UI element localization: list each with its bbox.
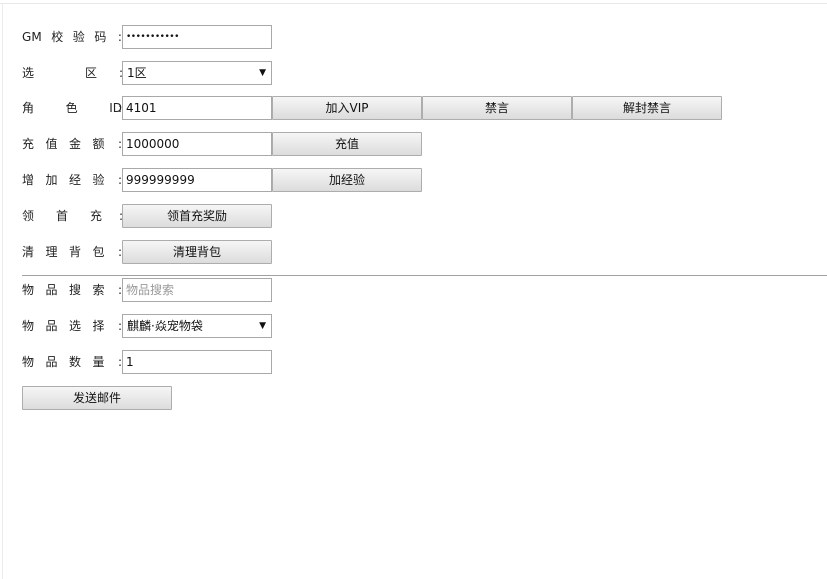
label-char: 验 [72,30,85,44]
label-char: 量 [92,355,105,369]
role-id-input[interactable]: 4101 [122,96,272,120]
section-divider [22,275,827,276]
label-char: 品 [45,283,58,297]
label-char: 物 [22,319,35,333]
server-select-value: 1区 [127,66,147,80]
unmute-button[interactable]: 解封禁言 [572,96,722,120]
label-char: 额 [92,137,105,151]
item-quantity-input[interactable]: 1 [122,350,272,374]
label-char: 色 [65,101,78,115]
add-exp-button[interactable]: 加经验 [272,168,422,192]
recharge-label: 充 值 金 额 : [22,132,122,156]
server-label: 选 区 [22,61,97,85]
first-recharge-label: 领 首 充 [22,204,102,228]
item-select-value: 麒麟·焱宠物袋 [127,319,203,333]
label-char: M [31,30,42,44]
dropdown-arrow-icon: ▼ [259,321,266,331]
server-select[interactable]: 1区 ▼ [122,61,272,85]
recharge-amount-input[interactable]: 1000000 [122,132,272,156]
item-search-input[interactable]: 物品搜索 [122,278,272,302]
label-char: 清 [22,245,35,259]
label-char: 品 [45,319,58,333]
label-char: 索 [92,283,105,297]
label-char: 物 [22,283,35,297]
label-char: 充 [22,137,35,151]
clear-bag-label: 清 理 背 包 : [22,240,122,264]
exp-label: 增 加 经 验 : [22,168,122,192]
top-border [0,3,827,4]
label-char: 值 [45,137,58,151]
label-char: 领 [22,209,35,223]
label-char: 首 [55,209,68,223]
label-char: 背 [68,245,81,259]
label-char: 角 [22,101,35,115]
label-char: 品 [45,355,58,369]
label-char: 加 [45,173,58,187]
label-char: G [22,30,32,44]
label-char: 校 [51,30,64,44]
label-char: 选 [22,66,35,80]
recharge-button[interactable]: 充值 [272,132,422,156]
first-recharge-reward-button[interactable]: 领首充奖励 [122,204,272,228]
label-char: 金 [68,137,81,151]
item-select[interactable]: 麒麟·焱宠物袋 ▼ [122,314,272,338]
label-char: 增 [22,173,35,187]
clear-bag-button[interactable]: 清理背包 [122,240,272,264]
add-vip-button[interactable]: 加入VIP [272,96,422,120]
item-search-label: 物 品 搜 索 : [22,278,122,302]
gm-code-label: GM 校 验 码 : [22,25,122,49]
left-border [2,3,3,579]
label-char: 包 [92,245,105,259]
role-label: 角 色 ID [22,96,122,120]
label-char: 理 [45,245,58,259]
item-select-label: 物 品 选 择 : [22,314,122,338]
mute-button[interactable]: 禁言 [422,96,572,120]
dropdown-arrow-icon: ▼ [259,68,266,78]
label-char: 选 [68,319,81,333]
label-char: 物 [22,355,35,369]
gm-code-input[interactable]: ••••••••••• [122,25,272,49]
item-qty-label: 物 品 数 量 : [22,350,122,374]
label-char: 验 [92,173,105,187]
label-char: 区 [84,66,97,80]
exp-input[interactable]: 999999999 [122,168,272,192]
label-char: 经 [68,173,81,187]
send-mail-button[interactable]: 发送邮件 [22,386,172,410]
label-char: 码 [94,30,107,44]
label-char: 数 [68,355,81,369]
label-char: 择 [92,319,105,333]
label-char: 搜 [68,283,81,297]
label-char: 充 [89,209,102,223]
